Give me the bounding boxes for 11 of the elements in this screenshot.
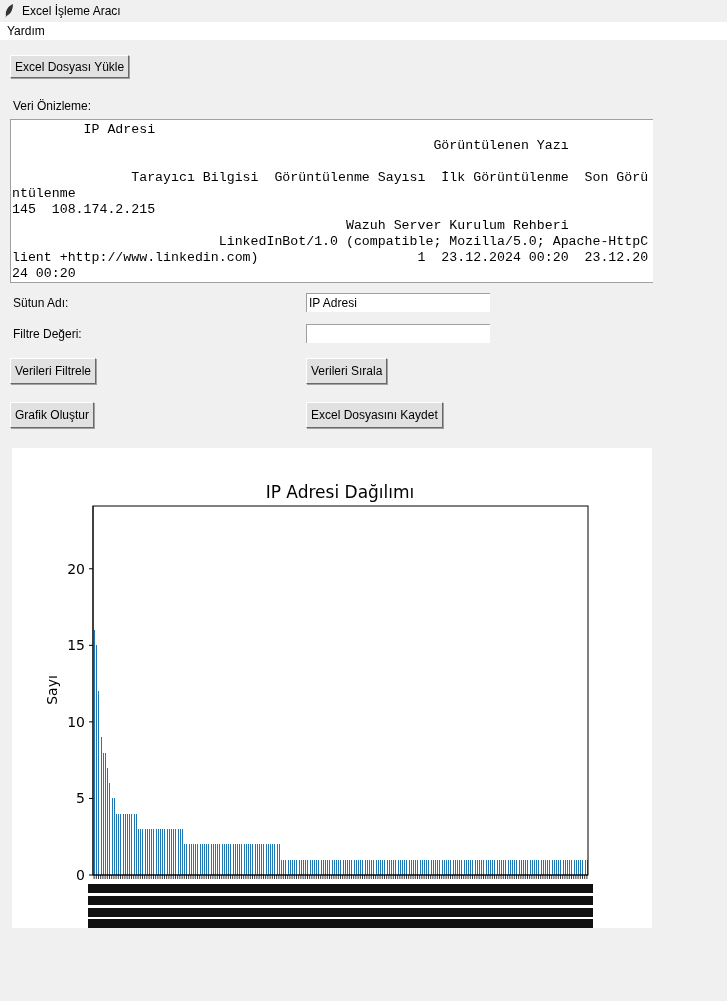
chart-title: IP Adresi Dağılımı: [265, 482, 415, 502]
y-tick-label: 5: [76, 790, 85, 807]
y-tick-label: 20: [67, 560, 85, 577]
y-tick-label: 15: [67, 637, 85, 654]
y-tick-label: 0: [76, 867, 85, 883]
preview-label: Veri Önizleme:: [13, 98, 93, 111]
field-label: Sütun Adı:: [12, 294, 70, 312]
y-tick-label: 10: [67, 713, 85, 730]
y-axis-label: Sayı: [44, 675, 60, 705]
window-title: Excel İşleme Aracı: [22, 3, 121, 20]
field-label: Filtre Değeri:: [12, 325, 83, 343]
